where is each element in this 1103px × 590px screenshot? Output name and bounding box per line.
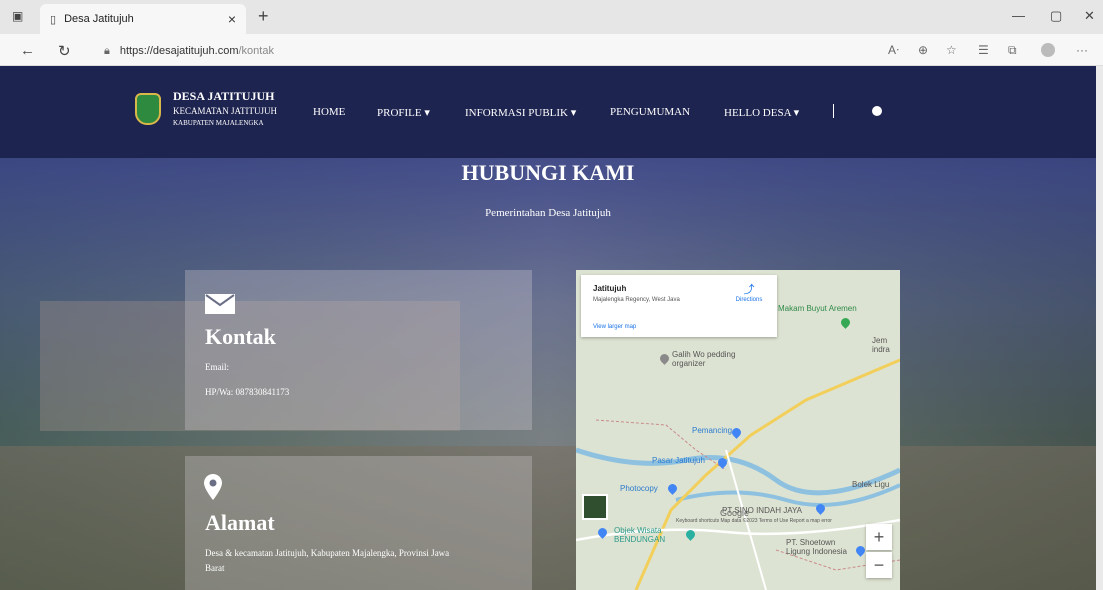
url-path: /kontak [238, 45, 274, 57]
page-icon: ▯ [50, 13, 57, 26]
map-label[interactable]: Makam Buyut Aremen [778, 304, 857, 313]
map-layer-toggle[interactable] [582, 494, 608, 520]
google-logo: Google [720, 508, 750, 518]
lock-icon: 🔒︎ [104, 44, 110, 57]
map-zoom-in-button[interactable]: + [866, 524, 892, 550]
map-label[interactable]: Bolek Ligu [852, 480, 889, 489]
nav-profile[interactable]: PROFILE ▾ [377, 106, 430, 119]
tab-title: Desa Jatitujuh [64, 13, 134, 25]
read-aloud-icon[interactable]: Aᐧ [888, 43, 899, 57]
directions-button[interactable]: ⤴ Directions [729, 281, 769, 303]
webpage: DESA JATITUJUH KECAMATAN JATITUJUH KABUP… [0, 66, 1096, 590]
nav-informasi-publik[interactable]: INFORMASI PUBLIK ▾ [465, 106, 576, 119]
url-field[interactable]: 🔒︎ https://desajatitujuh.com/kontak [104, 40, 864, 62]
brand-regency: KABUPATEN MAJALENGKA [173, 119, 264, 127]
map-label[interactable]: Photocopy [620, 484, 658, 493]
address-line-1: Desa & kecamatan Jatitujuh, Kabupaten Ma… [205, 548, 450, 558]
collections-icon[interactable]: ⧉ [1008, 43, 1017, 58]
map-info-box: Jatitujuh Majalengka Regency, West Java … [581, 275, 777, 337]
embedded-map[interactable]: Jatitujuh Majalengka Regency, West Java … [576, 270, 900, 590]
browser-tab[interactable]: ▯ Desa Jatitujuh × [40, 4, 246, 34]
sidebar-toggle-icon[interactable]: ▣ [12, 9, 23, 23]
address-bar-row: ← ↻ 🔒︎ https://desajatitujuh.com/kontak … [0, 34, 1103, 66]
village-logo[interactable] [135, 93, 161, 125]
map-label[interactable]: Jem indra [872, 336, 900, 354]
nav-pengumuman[interactable]: PENGUMUMAN [610, 106, 690, 118]
background-ground [0, 446, 1096, 590]
tab-close-icon[interactable]: × [228, 11, 236, 27]
new-tab-button[interactable]: + [258, 6, 269, 27]
back-icon[interactable]: ← [20, 42, 35, 59]
address-line-2: Barat [205, 563, 225, 573]
site-navbar: DESA JATITUJUH KECAMATAN JATITUJUH KABUP… [0, 66, 1096, 158]
zoom-icon[interactable]: ⊕ [918, 43, 928, 57]
map-label[interactable]: Pemancing [692, 426, 732, 435]
nav-divider [833, 104, 834, 118]
page-subtitle: Pemerintahan Desa Jatitujuh [485, 207, 611, 219]
directions-label: Directions [735, 297, 763, 303]
map-footer-links[interactable]: Keyboard shortcuts Map data ©2023 Terms … [676, 518, 832, 524]
contact-heading: Kontak [205, 324, 276, 349]
url-host: https://desajatitujuh.com [119, 45, 239, 57]
refresh-icon[interactable]: ↻ [58, 42, 71, 60]
view-larger-map-link[interactable]: View larger map [593, 324, 636, 330]
restore-button[interactable]: ▢ [1050, 8, 1062, 24]
address-heading: Alamat [205, 510, 275, 535]
close-window-button[interactable]: ✕ [1084, 8, 1095, 24]
address-card: Alamat Desa & kecamatan Jatitujuh, Kabup… [185, 456, 532, 590]
profile-avatar[interactable] [1041, 43, 1055, 57]
theme-toggle-icon[interactable] [872, 106, 882, 116]
envelope-icon [205, 294, 235, 314]
phone-number: HP/Wa: 087830841173 [205, 387, 290, 397]
map-place-name: Jatitujuh [593, 284, 627, 293]
minimize-button[interactable]: — [1012, 8, 1025, 23]
favorites-bar-icon[interactable]: ☰ [978, 43, 989, 57]
map-label[interactable]: Pasar Jatitujuh [652, 456, 705, 465]
map-zoom-out-button[interactable]: − [866, 552, 892, 578]
map-label[interactable]: Objek Wisata BENDUNGAN [614, 526, 694, 544]
site-brand[interactable]: DESA JATITUJUH KECAMATAN JATITUJUH KABUP… [173, 89, 277, 127]
more-menu-icon[interactable]: ··· [1076, 43, 1088, 57]
page-title: HUBUNGI KAMI [461, 160, 635, 185]
brand-title: DESA JATITUJUH [173, 89, 275, 103]
email-label: Email: [205, 362, 229, 372]
contact-card: Kontak Email: HP/Wa: 087830841173 [185, 270, 532, 430]
map-place-address: Majalengka Regency, West Java [593, 297, 680, 303]
browser-tab-bar: ▣ ▯ Desa Jatitujuh × + — ▢ ✕ [0, 0, 1103, 34]
nav-home[interactable]: HOME [313, 106, 345, 118]
directions-icon: ⤴ [743, 284, 755, 296]
map-label[interactable]: Galih Wo pedding organizer [672, 350, 762, 368]
nav-hello-desa[interactable]: HELLO DESA ▾ [724, 106, 799, 119]
map-pin-icon [204, 474, 222, 500]
page-scrollbar[interactable] [1096, 66, 1103, 590]
map-label[interactable]: PT. Shoetown Ligung Indonesia [786, 538, 858, 556]
brand-district: KECAMATAN JATITUJUH [173, 106, 278, 116]
favorite-icon[interactable]: ☆ [946, 43, 957, 57]
